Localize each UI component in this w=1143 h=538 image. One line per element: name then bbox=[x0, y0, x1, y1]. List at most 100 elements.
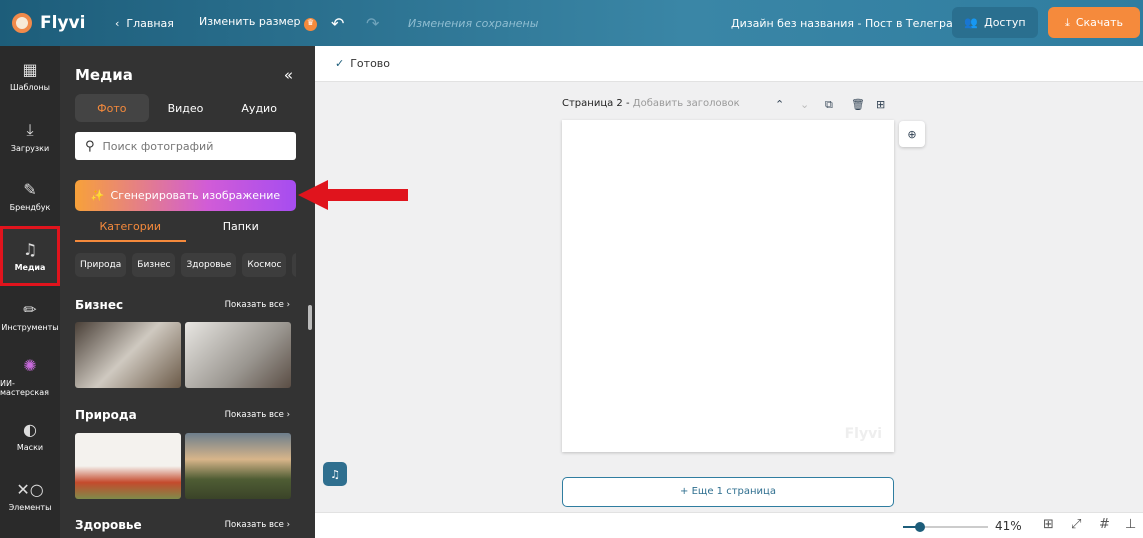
add-page-icon[interactable]: ⊞ bbox=[876, 98, 885, 111]
tab-video[interactable]: Видео bbox=[149, 94, 223, 122]
check-icon: ✓ bbox=[335, 57, 345, 70]
chip[interactable]: Природа bbox=[75, 253, 127, 277]
redo-icon[interactable]: ↷ bbox=[366, 14, 379, 33]
rail-label: Загрузки bbox=[10, 143, 50, 153]
rail-item-elements[interactable]: ✕○ Элементы bbox=[0, 466, 60, 526]
panel-scrollbar[interactable] bbox=[308, 305, 312, 330]
shapes-icon: ✕○ bbox=[16, 480, 44, 499]
show-all-label: Показать все bbox=[224, 410, 284, 420]
show-all-link[interactable]: Показать все › bbox=[225, 410, 290, 420]
duplicate-icon[interactable]: ⧉ bbox=[825, 98, 833, 112]
show-all-label: Показать все bbox=[224, 300, 284, 310]
access-label: Доступ bbox=[984, 16, 1026, 29]
media-tabs: Фото Видео Аудио bbox=[75, 94, 296, 122]
media-icon: ♫ bbox=[22, 240, 38, 259]
resize-button[interactable]: Изменить размер ♛ bbox=[199, 15, 317, 31]
tab-audio[interactable]: Аудио bbox=[222, 94, 296, 122]
access-button[interactable]: 👥 Доступ bbox=[952, 7, 1038, 38]
bottom-bar: 41% ⊞ ⤢ # ⊥ bbox=[315, 512, 1143, 538]
page-header: Страница 2 - Добавить заголовок bbox=[562, 98, 740, 109]
save-status: Изменения сохранены bbox=[408, 16, 539, 30]
undo-icon[interactable]: ↶ bbox=[331, 14, 344, 33]
rail-label: Элементы bbox=[8, 503, 52, 512]
canvas-toolbar: ✓ Готово bbox=[315, 46, 1143, 82]
photo-thumbnail[interactable] bbox=[75, 322, 181, 388]
generate-image-button[interactable]: ✨ Сгенерировать изображение bbox=[75, 180, 296, 211]
search-box: ⚲ bbox=[75, 132, 296, 160]
pencil-icon: ✏ bbox=[23, 300, 37, 319]
document-title[interactable]: Дизайн без названия - Пост в Телеграм ..… bbox=[731, 17, 975, 30]
search-input[interactable] bbox=[102, 139, 273, 153]
rail-item-uploads[interactable]: ⤓ Загрузки bbox=[0, 106, 60, 166]
rail-item-brandbook[interactable]: ✎ Брендбук bbox=[0, 166, 60, 226]
grid-lines-icon[interactable]: # bbox=[1099, 517, 1110, 532]
rail-label: Инструменты bbox=[1, 323, 59, 332]
tab-photo[interactable]: Фото bbox=[75, 94, 149, 122]
add-page-button[interactable]: + Еще 1 страница bbox=[562, 477, 894, 507]
tab-categories[interactable]: Категории bbox=[75, 215, 186, 242]
page-title-input[interactable]: Добавить заголовок bbox=[633, 98, 740, 109]
move-up-icon[interactable]: ⌃ bbox=[775, 98, 784, 111]
category-chips: Природа Бизнес Здоровье Космос Но bbox=[75, 253, 296, 277]
section-title: Здоровье bbox=[75, 518, 142, 532]
edit-icon: ✎ bbox=[23, 180, 37, 199]
rail-label: Маски bbox=[16, 443, 44, 452]
fullscreen-icon[interactable]: ⤢ bbox=[1071, 517, 1081, 532]
collapse-icon[interactable]: « bbox=[284, 66, 293, 84]
download-label: Скачать bbox=[1075, 16, 1124, 29]
download-icon: ⤓ bbox=[1064, 15, 1070, 29]
page-label: Страница 2 - bbox=[562, 98, 630, 109]
chip[interactable]: Здоровье bbox=[181, 253, 237, 277]
magic-wand-icon: ✨ bbox=[90, 189, 105, 202]
tab-folders[interactable]: Папки bbox=[186, 215, 297, 242]
section-title: Бизнес bbox=[75, 298, 124, 312]
add-comment-icon[interactable]: ⊕ bbox=[899, 121, 925, 147]
panel-title: Медиа bbox=[75, 66, 133, 84]
rail-label: Шаблоны bbox=[10, 83, 50, 92]
show-all-link[interactable]: Показать все › bbox=[225, 520, 290, 530]
grid-view-icon[interactable]: ⊞ bbox=[1043, 517, 1054, 532]
zoom-slider-knob[interactable] bbox=[915, 522, 925, 532]
top-header: Flyvi ‹ Главная Изменить размер ♛ ↶ ↷ Из… bbox=[0, 0, 1143, 46]
chip[interactable]: Бизнес bbox=[132, 253, 176, 277]
media-panel: Медиа « Фото Видео Аудио ⚲ ✨ Сгенерироват… bbox=[60, 46, 315, 538]
music-icon[interactable]: ♫ bbox=[323, 462, 347, 486]
zoom-value: 41% bbox=[995, 519, 1022, 533]
section-title: Природа bbox=[75, 408, 137, 422]
watermark: Flyvi bbox=[844, 426, 882, 442]
users-icon: 👥 bbox=[964, 16, 979, 29]
design-page[interactable]: Flyvi bbox=[562, 120, 894, 452]
rail-item-tools[interactable]: ✏ Инструменты bbox=[0, 286, 60, 346]
chip[interactable]: Но bbox=[292, 253, 296, 277]
ai-icon: ✺ bbox=[23, 355, 37, 375]
logo[interactable]: Flyvi bbox=[12, 13, 85, 33]
show-all-label: Показать все bbox=[224, 520, 284, 530]
subtabs: Категории Папки bbox=[75, 215, 296, 242]
move-down-icon[interactable]: ⌄ bbox=[800, 98, 809, 111]
layout-icon: ▦ bbox=[22, 60, 38, 79]
zoom-slider[interactable] bbox=[903, 522, 988, 532]
mask-icon: ◐ bbox=[23, 420, 37, 439]
done-button[interactable]: Готово bbox=[350, 57, 390, 70]
icon-rail: ▦ Шаблоны ⤓ Загрузки ✎ Брендбук ♫ Медиа ✏ Инс… bbox=[0, 46, 60, 538]
rail-item-ai[interactable]: ✺ ИИ-мастерская bbox=[0, 346, 60, 406]
red-arrow-annotation bbox=[298, 180, 408, 210]
home-link[interactable]: ‹ Главная bbox=[115, 17, 174, 30]
trash-icon[interactable]: 🗑 bbox=[851, 98, 865, 111]
rail-item-masks[interactable]: ◐ Маски bbox=[0, 406, 60, 466]
rail-label: Брендбук bbox=[9, 203, 51, 212]
section-header: Здоровье Показать все › bbox=[75, 518, 290, 532]
rail-label: Медиа bbox=[14, 263, 46, 272]
logo-text: Flyvi bbox=[40, 13, 86, 33]
photo-thumbnail[interactable] bbox=[185, 322, 291, 388]
photo-thumbnail[interactable] bbox=[185, 433, 291, 499]
rail-item-templates[interactable]: ▦ Шаблоны bbox=[0, 46, 60, 106]
photo-thumbnail[interactable] bbox=[75, 433, 181, 499]
show-all-link[interactable]: Показать все › bbox=[225, 300, 290, 310]
home-label: Главная bbox=[126, 16, 174, 30]
rail-item-media[interactable]: ♫ Медиа bbox=[0, 226, 60, 286]
chip[interactable]: Космос bbox=[242, 253, 287, 277]
section-header: Природа Показать все › bbox=[75, 408, 290, 422]
guides-icon[interactable]: ⊥ bbox=[1125, 517, 1136, 532]
download-button[interactable]: ⤓ Скачать bbox=[1048, 7, 1140, 38]
